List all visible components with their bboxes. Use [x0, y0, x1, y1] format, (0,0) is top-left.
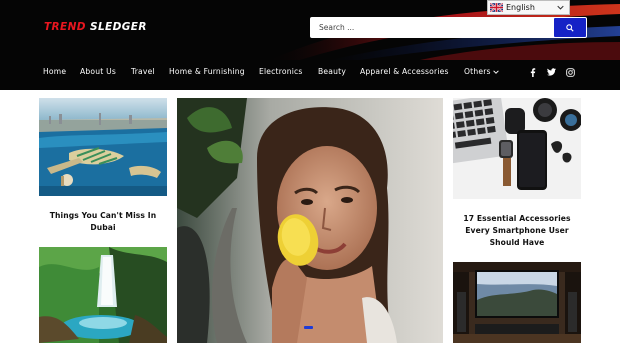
search-bar — [310, 17, 587, 38]
instagram-link[interactable] — [565, 67, 575, 77]
nav-item-about-us[interactable]: About Us — [80, 67, 116, 76]
facebook-icon — [530, 67, 536, 77]
instagram-icon — [565, 67, 575, 77]
site-logo[interactable]: TREND SLEDGER — [44, 21, 147, 33]
nav-item-electronics[interactable]: Electronics — [259, 67, 303, 76]
dubai-card-image[interactable] — [39, 98, 167, 196]
slider-indicator[interactable] — [304, 326, 313, 329]
nav-item-travel[interactable]: Travel — [131, 67, 155, 76]
search-button[interactable] — [554, 18, 586, 37]
chevron-down-icon — [557, 5, 564, 10]
language-selector[interactable]: English — [487, 0, 570, 15]
dubai-title-line-2: Dubai — [90, 223, 116, 232]
accessories-title-line-2: Every Smartphone User — [465, 226, 569, 235]
dubai-aerial-photo — [39, 98, 167, 196]
waterfall-photo — [39, 247, 167, 343]
uk-flag-icon — [490, 3, 503, 12]
twitter-icon — [546, 68, 556, 76]
waterfall-card-image[interactable] — [39, 247, 167, 343]
facebook-link[interactable] — [528, 67, 538, 77]
nav-item-home[interactable]: Home — [43, 67, 66, 76]
nav-item-apparel-accessories[interactable]: Apparel & Accessories — [360, 67, 449, 76]
accessories-title-line-1: 17 Essential Accessories — [463, 214, 571, 223]
accessories-card-image[interactable] — [453, 98, 581, 199]
nav-item-others-label: Others — [464, 67, 491, 76]
logo-text-trend: TREND — [44, 21, 86, 33]
nav-item-home-furnishing[interactable]: Home & Furnishing — [169, 67, 245, 76]
accessories-title-line-3: Should Have — [489, 238, 545, 247]
twitter-link[interactable] — [546, 67, 556, 77]
site-header: TREND SLEDGER English Home About Us Trav… — [0, 0, 620, 90]
logo-text-sledger: SLEDGER — [90, 21, 147, 33]
dubai-card-title[interactable]: Things You Can't Miss In Dubai — [39, 210, 167, 234]
accessories-card-title[interactable]: 17 Essential Accessories Every Smartphon… — [453, 213, 581, 249]
smartphone-accessories-photo — [453, 98, 581, 199]
hero-slide-image[interactable] — [177, 98, 443, 343]
search-icon — [566, 23, 574, 32]
search-input[interactable] — [310, 17, 553, 38]
main-navigation: Home About Us Travel Home & Furnishing E… — [0, 60, 620, 85]
language-label: English — [506, 3, 535, 12]
home-theater-card-image[interactable] — [453, 262, 581, 343]
dubai-title-line-1: Things You Can't Miss In — [49, 211, 157, 220]
nav-item-beauty[interactable]: Beauty — [318, 67, 346, 76]
nav-item-others[interactable]: Others — [464, 67, 500, 76]
woman-with-sponge-photo — [177, 98, 443, 343]
home-theater-photo — [453, 262, 581, 343]
chevron-down-icon — [493, 70, 500, 74]
